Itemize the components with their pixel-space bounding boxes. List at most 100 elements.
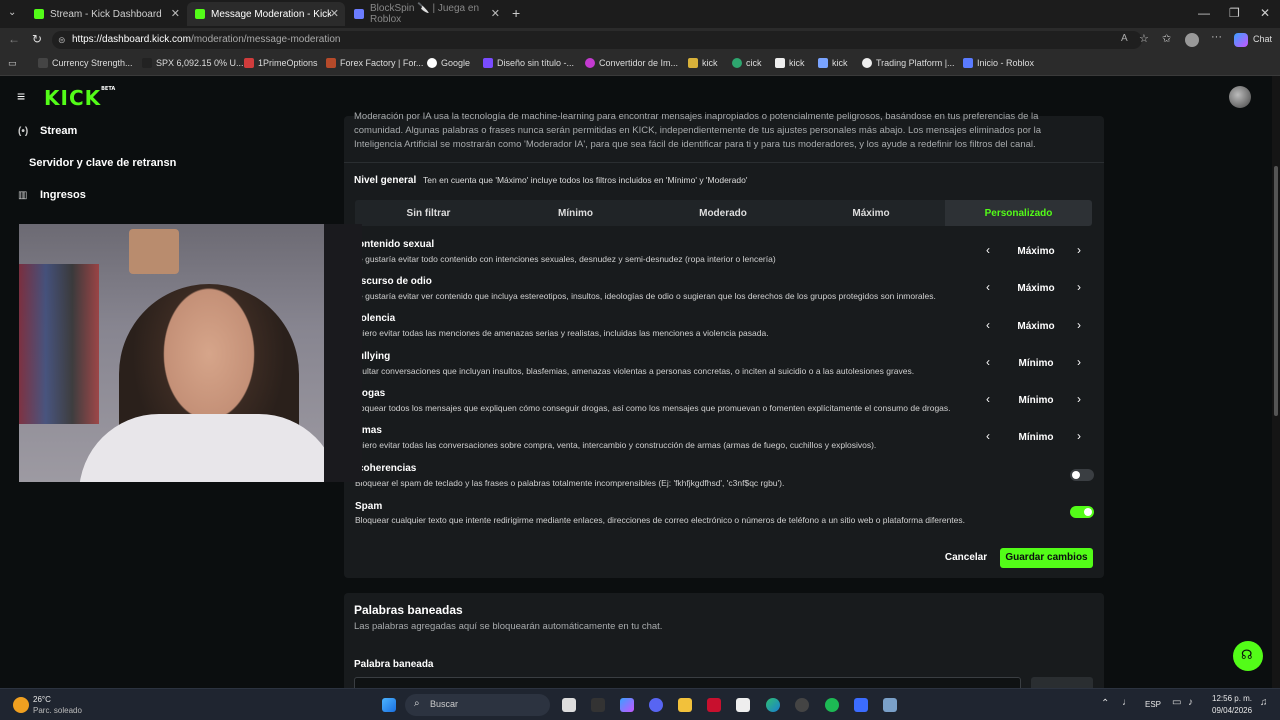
- bookmark-item[interactable]: 1PrimeOptions: [244, 58, 318, 68]
- calculator-icon[interactable]: [883, 698, 897, 712]
- weather-sun-icon[interactable]: [13, 697, 29, 713]
- bookmark-item[interactable]: Currency Strength...: [38, 58, 133, 68]
- new-tab-icon[interactable]: +: [512, 5, 520, 21]
- close-tab-icon[interactable]: ✕: [171, 7, 180, 20]
- profile-avatar-icon[interactable]: [1185, 33, 1199, 47]
- bookmark-item[interactable]: Inicio - Roblox: [963, 58, 1034, 68]
- bookmark-item[interactable]: Google: [427, 58, 470, 68]
- incoherencias-toggle[interactable]: [1070, 469, 1094, 481]
- epic-games-icon[interactable]: [591, 698, 605, 712]
- add-banned-word-button[interactable]: [1031, 677, 1093, 688]
- converter-favicon-icon: [585, 58, 595, 68]
- address-input[interactable]: ⊜ https://dashboard.kick.com/moderation/…: [52, 31, 1142, 49]
- tab-blockspin-roblox[interactable]: BlockSpin 🔪 | Juega en Roblox ✕: [346, 2, 506, 26]
- level-decrease-chevron-left-icon[interactable]: ‹: [986, 429, 990, 443]
- tab-list-chevron-icon[interactable]: ⌄: [8, 7, 16, 18]
- category-level: Mínimo: [1018, 432, 1054, 443]
- reading-list-icon[interactable]: ▭: [8, 58, 17, 69]
- refresh-icon[interactable]: ↻: [32, 32, 42, 46]
- language-indicator[interactable]: ESP: [1145, 700, 1161, 709]
- category-title: rogas: [358, 388, 386, 399]
- user-avatar[interactable]: [1229, 86, 1251, 108]
- spotify-icon[interactable]: [825, 698, 839, 712]
- bookmark-item[interactable]: kick: [818, 58, 848, 68]
- read-aloud-icon[interactable]: A: [1121, 33, 1128, 44]
- kick-logo[interactable]: KICKBETA: [44, 86, 115, 110]
- bookmark-item[interactable]: Forex Factory | For...: [326, 58, 423, 68]
- level-decrease-chevron-left-icon[interactable]: ‹: [986, 243, 990, 257]
- level-increase-chevron-right-icon[interactable]: ›: [1077, 355, 1081, 369]
- webcam-clothes-rack: [19, 264, 99, 424]
- page-scrollbar[interactable]: [1272, 76, 1280, 688]
- edge-browser-icon[interactable]: [766, 698, 780, 712]
- sidebar-item-ingresos[interactable]: ▥ Ingresos: [18, 189, 86, 201]
- tray-chevron-up-icon[interactable]: ⌃: [1101, 698, 1109, 709]
- favorite-star-icon[interactable]: ☆: [1139, 32, 1149, 45]
- banned-word-input[interactable]: [354, 677, 1021, 688]
- microphone-icon[interactable]: ♩: [1122, 697, 1132, 708]
- steam-icon[interactable]: [795, 698, 809, 712]
- favorites-icon[interactable]: ✩: [1162, 32, 1171, 45]
- category-level: Máximo: [1017, 321, 1055, 332]
- level-increase-chevron-right-icon[interactable]: ›: [1077, 429, 1081, 443]
- clock-time[interactable]: 12:56 p. m.: [1212, 694, 1252, 703]
- kick-favicon-icon: [775, 58, 785, 68]
- more-menu-icon[interactable]: ···: [1211, 31, 1222, 43]
- bookmark-item[interactable]: SPX 6,092.15 0% U...: [142, 58, 244, 68]
- site-info-icon[interactable]: ⊜: [58, 31, 66, 49]
- close-tab-icon[interactable]: ✕: [491, 7, 500, 20]
- discord-icon[interactable]: [649, 698, 663, 712]
- task-view-icon[interactable]: [562, 698, 576, 712]
- bookmark-item[interactable]: Trading Platform |...: [862, 58, 955, 68]
- roblox-app-icon[interactable]: [854, 698, 868, 712]
- microsoft-store-icon[interactable]: [736, 698, 750, 712]
- level-decrease-chevron-left-icon[interactable]: ‹: [986, 280, 990, 294]
- level-option-maximo[interactable]: Máximo: [797, 200, 945, 226]
- webcam-door: [324, 224, 362, 482]
- copilot-app-icon[interactable]: [620, 698, 634, 712]
- support-headset-button[interactable]: ☊: [1233, 641, 1263, 671]
- level-option-moderado[interactable]: Moderado: [649, 200, 797, 226]
- maximize-icon[interactable]: ❐: [1229, 6, 1240, 20]
- level-decrease-chevron-left-icon[interactable]: ‹: [986, 318, 990, 332]
- windows-start-icon[interactable]: [382, 698, 396, 712]
- scrollbar-thumb[interactable]: [1274, 166, 1278, 416]
- banned-words-panel: Palabras baneadas Las palabras agregadas…: [344, 593, 1104, 688]
- cancel-button[interactable]: Cancelar: [940, 548, 992, 568]
- bookmark-item[interactable]: Diseño sin título -...: [483, 58, 574, 68]
- notifications-bell-icon[interactable]: ♫: [1260, 697, 1268, 708]
- hamburger-menu-icon[interactable]: ≡: [17, 88, 25, 104]
- bookmark-item[interactable]: Convertidor de Im...: [585, 58, 678, 68]
- sidebar-item-server-key[interactable]: Servidor y clave de retransn: [29, 157, 176, 169]
- tab-message-moderation[interactable]: Message Moderation - Kick Dashb ✕: [187, 2, 345, 26]
- level-decrease-chevron-left-icon[interactable]: ‹: [986, 355, 990, 369]
- level-option-minimo[interactable]: Mínimo: [502, 200, 649, 226]
- level-increase-chevron-right-icon[interactable]: ›: [1077, 318, 1081, 332]
- network-icon[interactable]: ▭: [1172, 697, 1181, 708]
- close-tab-icon[interactable]: ✕: [330, 7, 339, 20]
- volume-icon[interactable]: ♪: [1188, 697, 1193, 708]
- bookmark-item[interactable]: kick: [688, 58, 718, 68]
- level-decrease-chevron-left-icon[interactable]: ‹: [986, 392, 990, 406]
- save-changes-button[interactable]: Guardar cambios: [1000, 548, 1093, 568]
- minimize-icon[interactable]: —: [1198, 6, 1210, 20]
- spam-toggle[interactable]: [1070, 506, 1094, 518]
- bookmark-item[interactable]: kick: [775, 58, 805, 68]
- level-increase-chevron-right-icon[interactable]: ›: [1077, 392, 1081, 406]
- level-option-sin-filtrar[interactable]: Sin filtrar: [355, 200, 502, 226]
- clock-date[interactable]: 09/04/2026: [1212, 706, 1252, 715]
- back-icon[interactable]: ←: [8, 32, 20, 46]
- close-window-icon[interactable]: ✕: [1260, 6, 1270, 20]
- level-option-personalizado[interactable]: Personalizado: [945, 200, 1092, 226]
- tab-stream-dashboard[interactable]: Stream - Kick Dashboard ✕: [26, 2, 186, 26]
- sidebar-item-stream[interactable]: (•) Stream: [18, 125, 77, 137]
- copilot-icon[interactable]: [1234, 33, 1248, 47]
- chat-button[interactable]: Chat: [1253, 34, 1272, 44]
- search-box[interactable]: ⌕ Buscar: [405, 694, 550, 716]
- file-explorer-icon[interactable]: [678, 698, 692, 712]
- level-increase-chevron-right-icon[interactable]: ›: [1077, 243, 1081, 257]
- adobe-app-icon[interactable]: [707, 698, 721, 712]
- kick-favicon-icon: [34, 9, 44, 19]
- level-increase-chevron-right-icon[interactable]: ›: [1077, 280, 1081, 294]
- bookmark-item[interactable]: cick: [732, 58, 762, 68]
